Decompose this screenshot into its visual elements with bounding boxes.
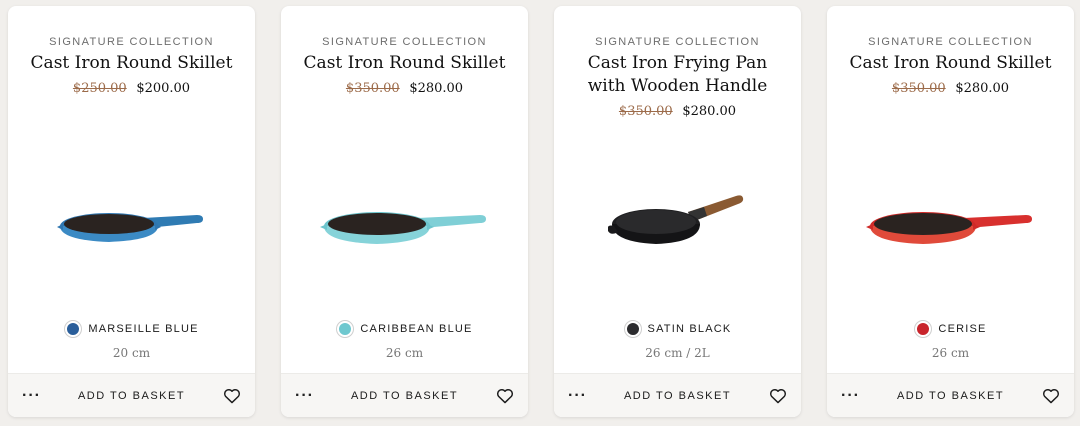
sale-price: $280.00: [409, 81, 464, 96]
collection-label: SIGNATURE COLLECTION: [49, 36, 214, 48]
color-swatch[interactable]: [64, 320, 83, 338]
color-name: SATIN BLACK: [647, 323, 732, 335]
color-option[interactable]: CARIBBEAN BLUE: [281, 320, 528, 338]
product-card[interactable]: SIGNATURE COLLECTION Cast Iron Frying Pa…: [554, 6, 801, 417]
price-row: $350.00 $280.00: [554, 103, 801, 119]
product-card-body[interactable]: SIGNATURE COLLECTION Cast Iron Frying Pa…: [554, 6, 801, 373]
product-card[interactable]: SIGNATURE COLLECTION Cast Iron Round Ski…: [281, 6, 528, 417]
skillet-image: [319, 212, 486, 244]
frying-pan-image: [607, 195, 743, 244]
product-card-body[interactable]: SIGNATURE COLLECTION Cast Iron Round Ski…: [281, 6, 528, 373]
card-footer: ··· ADD TO BASKET: [827, 373, 1074, 417]
original-price: $350.00: [618, 104, 673, 119]
product-card-body[interactable]: SIGNATURE COLLECTION Cast Iron Round Ski…: [827, 6, 1074, 373]
more-options-icon[interactable]: ···: [22, 387, 42, 405]
collection-label: SIGNATURE COLLECTION: [595, 36, 760, 48]
color-option[interactable]: MARSEILLE BLUE: [8, 320, 255, 338]
sale-price: $280.00: [682, 104, 737, 119]
sale-price: $280.00: [955, 81, 1010, 96]
price-row: $250.00 $200.00: [8, 80, 255, 96]
product-grid: SIGNATURE COLLECTION Cast Iron Round Ski…: [0, 0, 1080, 426]
product-title[interactable]: Cast Iron Round Skillet: [26, 52, 237, 75]
color-swatch[interactable]: [336, 320, 355, 338]
add-to-basket-button[interactable]: ADD TO BASKET: [897, 390, 1004, 402]
collection-label: SIGNATURE COLLECTION: [322, 36, 487, 48]
collection-label: SIGNATURE COLLECTION: [868, 36, 1033, 48]
swatch-fill: [67, 323, 80, 335]
skillet-image: [56, 213, 203, 242]
original-price: $350.00: [345, 81, 400, 96]
product-title[interactable]: Cast Iron Round Skillet: [299, 52, 510, 75]
swatch-fill: [917, 323, 930, 335]
swatch-fill: [626, 323, 639, 335]
color-name: MARSEILLE BLUE: [88, 323, 199, 335]
add-to-basket-button[interactable]: ADD TO BASKET: [351, 390, 458, 402]
heart-outline-icon[interactable]: [221, 388, 241, 404]
more-options-icon[interactable]: ···: [841, 387, 861, 405]
original-price: $350.00: [891, 81, 946, 96]
heart-outline-icon[interactable]: [767, 388, 787, 404]
more-options-icon[interactable]: ···: [295, 387, 315, 405]
card-footer: ··· ADD TO BASKET: [8, 373, 255, 417]
original-price: $250.00: [72, 81, 127, 96]
product-card[interactable]: SIGNATURE COLLECTION Cast Iron Round Ski…: [827, 6, 1074, 417]
color-swatch[interactable]: [623, 320, 642, 338]
color-option[interactable]: SATIN BLACK: [554, 320, 801, 338]
color-name: CARIBBEAN BLUE: [360, 323, 473, 335]
add-to-basket-button[interactable]: ADD TO BASKET: [624, 390, 731, 402]
product-title[interactable]: Cast Iron Frying Pan with Wooden Handle: [572, 52, 783, 98]
product-image[interactable]: [8, 174, 255, 294]
product-image[interactable]: [281, 174, 528, 294]
color-swatch[interactable]: [914, 320, 933, 338]
sale-price: $200.00: [136, 81, 191, 96]
product-image[interactable]: [554, 174, 801, 294]
product-size: 26 cm / 2L: [645, 346, 710, 360]
color-option[interactable]: CERISE: [827, 320, 1074, 338]
product-size: 26 cm: [385, 346, 424, 360]
swatch-fill: [339, 323, 352, 335]
heart-outline-icon[interactable]: [1040, 388, 1060, 404]
card-footer: ··· ADD TO BASKET: [281, 373, 528, 417]
color-name: CERISE: [938, 323, 987, 335]
product-size: 26 cm: [931, 346, 970, 360]
price-row: $350.00 $280.00: [827, 80, 1074, 96]
card-footer: ··· ADD TO BASKET: [554, 373, 801, 417]
product-card[interactable]: SIGNATURE COLLECTION Cast Iron Round Ski…: [8, 6, 255, 417]
product-title[interactable]: Cast Iron Round Skillet: [845, 52, 1056, 75]
more-options-icon[interactable]: ···: [568, 387, 588, 405]
product-size: 20 cm: [112, 346, 151, 360]
skillet-image: [865, 212, 1032, 244]
price-row: $350.00 $280.00: [281, 80, 528, 96]
add-to-basket-button[interactable]: ADD TO BASKET: [78, 390, 185, 402]
product-image[interactable]: [827, 174, 1074, 294]
product-card-body[interactable]: SIGNATURE COLLECTION Cast Iron Round Ski…: [8, 6, 255, 373]
heart-outline-icon[interactable]: [494, 388, 514, 404]
